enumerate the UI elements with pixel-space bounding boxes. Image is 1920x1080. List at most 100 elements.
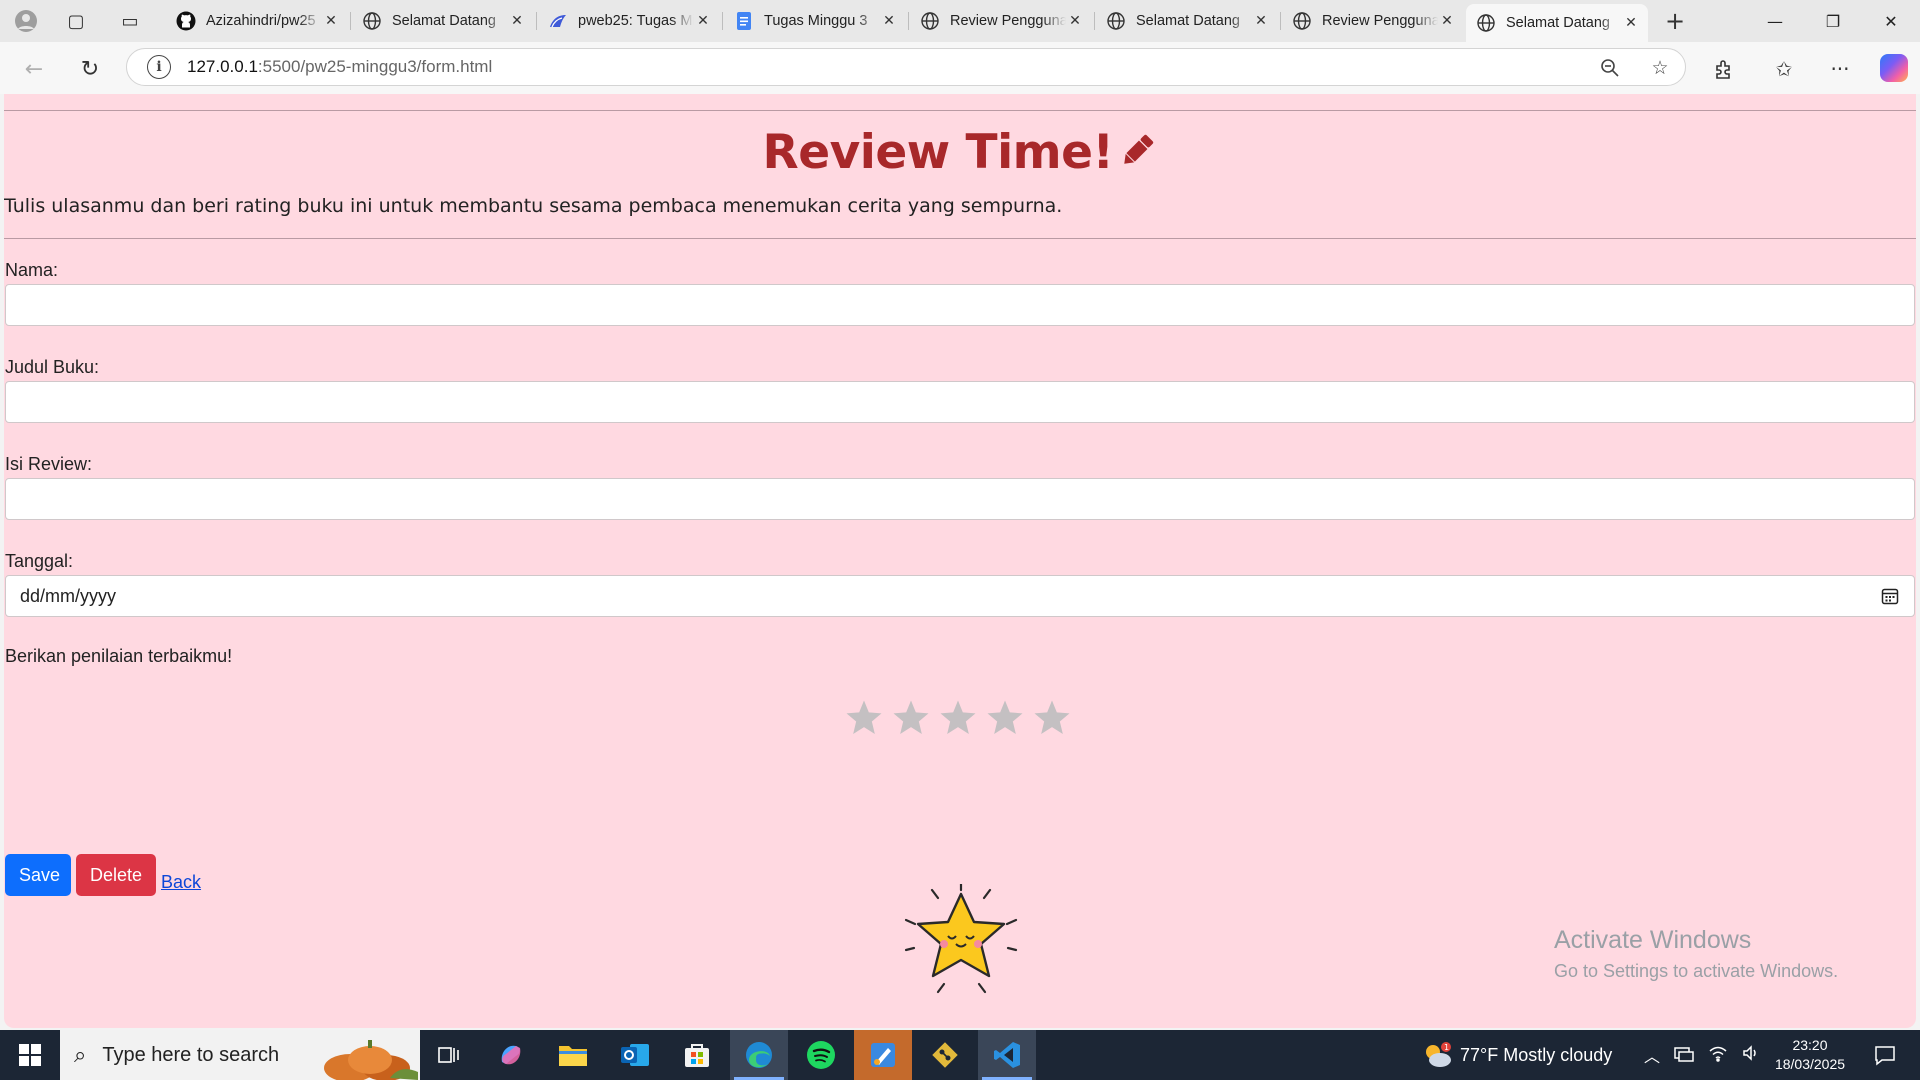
page-content: Review Time! Tulis ulasanmu dan beri rat… bbox=[4, 94, 1916, 1028]
tab-tugas-minggu[interactable]: Tugas Minggu 3 ✕ bbox=[724, 4, 906, 38]
tab-title: Selamat Datang bbox=[1506, 15, 1610, 31]
tanggal-date-input[interactable]: dd/mm/yyyy bbox=[5, 575, 1915, 617]
edge-icon[interactable] bbox=[730, 1030, 788, 1080]
github-icon bbox=[176, 11, 196, 31]
tab-selamat-datang-2[interactable]: Selamat Datang ✕ bbox=[1096, 4, 1278, 38]
close-tab-icon[interactable]: ✕ bbox=[1252, 13, 1270, 29]
windows-start-icon[interactable] bbox=[0, 1030, 60, 1080]
address-bar[interactable]: i 127.0.0.1:5500/pw25-minggu3/form.html … bbox=[126, 48, 1686, 86]
docs-icon bbox=[734, 11, 754, 31]
tab-title: Selamat Datang bbox=[392, 13, 496, 29]
task-view-icon[interactable] bbox=[420, 1030, 478, 1080]
globe-icon bbox=[362, 11, 382, 31]
volume-icon[interactable] bbox=[1742, 1044, 1760, 1066]
site-info-icon[interactable]: i bbox=[147, 55, 171, 79]
watermark-title: Activate Windows bbox=[1554, 926, 1752, 954]
smiling-star-mascot bbox=[904, 882, 1019, 994]
tab-title: Review Pengguna bbox=[1322, 13, 1438, 29]
minimize-icon[interactable]: — bbox=[1746, 0, 1804, 42]
weather-widget[interactable]: 1 77°F Mostly cloudy bbox=[1420, 1030, 1612, 1080]
rating-star-2[interactable] bbox=[891, 698, 931, 738]
close-tab-icon[interactable]: ✕ bbox=[508, 13, 526, 29]
search-icon: ⌕ bbox=[74, 1042, 87, 1068]
search-placeholder: Type here to search bbox=[102, 1043, 280, 1066]
file-explorer-icon[interactable] bbox=[544, 1030, 602, 1080]
tab-review-pengguna-2[interactable]: Review Pengguna ✕ bbox=[1282, 4, 1464, 38]
globe-icon bbox=[1292, 11, 1312, 31]
spotify-icon[interactable] bbox=[792, 1030, 850, 1080]
profile-icon[interactable] bbox=[12, 8, 40, 34]
page-title: Review Time! bbox=[4, 125, 1916, 183]
extensions-icon[interactable] bbox=[1708, 54, 1740, 84]
chevron-up-icon[interactable]: ︿ bbox=[1644, 1043, 1660, 1067]
clock-date: 18/03/2025 bbox=[1774, 1056, 1846, 1072]
tab-title: Azizahindri/pw25 bbox=[206, 13, 316, 29]
close-window-icon[interactable]: ✕ bbox=[1862, 0, 1920, 42]
close-tab-icon[interactable]: ✕ bbox=[1438, 13, 1456, 29]
copilot-icon[interactable] bbox=[1880, 54, 1908, 82]
rating-star-1[interactable] bbox=[844, 698, 884, 738]
url-text[interactable]: 127.0.0.1:5500/pw25-minggu3/form.html bbox=[187, 57, 492, 77]
tab-github[interactable]: Azizahindri/pw25 ✕ bbox=[166, 4, 348, 38]
tab-title: Selamat Datang bbox=[1136, 13, 1240, 29]
address-toolbar: ← ↻ i 127.0.0.1:5500/pw25-minggu3/form.h… bbox=[0, 42, 1920, 94]
rating-star-3[interactable] bbox=[938, 698, 978, 738]
nama-input[interactable] bbox=[5, 284, 1915, 326]
tanggal-label: Tanggal: bbox=[5, 551, 74, 571]
windows-taskbar: ⌕ Type here to search 1 77°F Mostly clou… bbox=[0, 1030, 1920, 1080]
activate-windows-watermark: Activate Windows Go to Settings to activ… bbox=[1554, 926, 1838, 982]
calendar-icon[interactable] bbox=[1880, 586, 1900, 606]
globe-icon bbox=[920, 11, 940, 31]
rating-star-5[interactable] bbox=[1032, 698, 1072, 738]
git-icon[interactable] bbox=[916, 1030, 974, 1080]
delete-button[interactable]: Delete bbox=[76, 854, 156, 896]
tab-title: pweb25: Tugas Minggu bbox=[578, 13, 694, 29]
tab-title: Review Pengguna bbox=[950, 13, 1066, 29]
watermark-subtitle: Go to Settings to activate Windows. bbox=[1554, 961, 1839, 981]
wifi-icon[interactable] bbox=[1708, 1044, 1728, 1066]
new-tab-button[interactable]: + bbox=[1660, 6, 1690, 36]
zoom-out-icon[interactable] bbox=[1597, 55, 1623, 81]
clock-time: 23:20 bbox=[1792, 1037, 1828, 1053]
tab-actions-icon[interactable]: ▭ bbox=[116, 8, 144, 34]
close-tab-icon[interactable]: ✕ bbox=[694, 13, 712, 29]
tab-review-pengguna-1[interactable]: Review Pengguna ✕ bbox=[910, 4, 1092, 38]
isi-review-label: Isi Review: bbox=[5, 454, 93, 474]
header-divider bbox=[4, 238, 1916, 239]
tab-selamat-datang-active[interactable]: Selamat Datang ✕ bbox=[1466, 4, 1648, 42]
notification-icon[interactable] bbox=[1860, 1030, 1910, 1080]
favorite-star-icon[interactable]: ☆ bbox=[1647, 55, 1673, 81]
more-menu-icon[interactable]: ··· bbox=[1824, 54, 1856, 84]
store-icon[interactable] bbox=[668, 1030, 726, 1080]
vscode-icon[interactable] bbox=[978, 1030, 1036, 1080]
network-icon[interactable] bbox=[1674, 1044, 1694, 1066]
workspaces-icon[interactable]: ▢ bbox=[62, 8, 90, 34]
back-link[interactable]: Back bbox=[161, 872, 201, 893]
outlook-icon[interactable] bbox=[606, 1030, 664, 1080]
tab-pweb25[interactable]: pweb25: Tugas Minggu ✕ bbox=[538, 4, 720, 38]
isi-review-input[interactable] bbox=[5, 478, 1915, 520]
pumpkin-decoration-icon bbox=[324, 1040, 418, 1080]
svg-text:1: 1 bbox=[1444, 1043, 1449, 1052]
star-rating bbox=[844, 698, 1072, 738]
judul-buku-label: Judul Buku: bbox=[5, 357, 100, 377]
rating-star-4[interactable] bbox=[985, 698, 1025, 738]
refresh-icon[interactable]: ↻ bbox=[74, 53, 106, 85]
favorites-icon[interactable]: ✩ bbox=[1768, 54, 1800, 84]
restore-icon[interactable]: ❐ bbox=[1804, 0, 1862, 42]
save-button[interactable]: Save bbox=[5, 854, 71, 896]
judul-buku-input[interactable] bbox=[5, 381, 1915, 423]
tab-selamat-datang-1[interactable]: Selamat Datang ✕ bbox=[352, 4, 534, 38]
top-divider bbox=[4, 110, 1916, 111]
back-arrow-icon[interactable]: ← bbox=[18, 53, 50, 85]
copilot-app-icon[interactable] bbox=[482, 1030, 540, 1080]
paint-icon[interactable] bbox=[854, 1030, 912, 1080]
rating-prompt: Berikan penilaian terbaikmu! bbox=[5, 646, 233, 666]
pencil-icon bbox=[1117, 128, 1157, 183]
close-tab-icon[interactable]: ✕ bbox=[880, 13, 898, 29]
close-tab-icon[interactable]: ✕ bbox=[1622, 15, 1640, 31]
taskbar-search[interactable]: ⌕ Type here to search bbox=[60, 1030, 420, 1080]
close-tab-icon[interactable]: ✕ bbox=[322, 13, 340, 29]
taskbar-clock[interactable]: 23:20 18/03/2025 bbox=[1770, 1036, 1850, 1074]
close-tab-icon[interactable]: ✕ bbox=[1066, 13, 1084, 29]
